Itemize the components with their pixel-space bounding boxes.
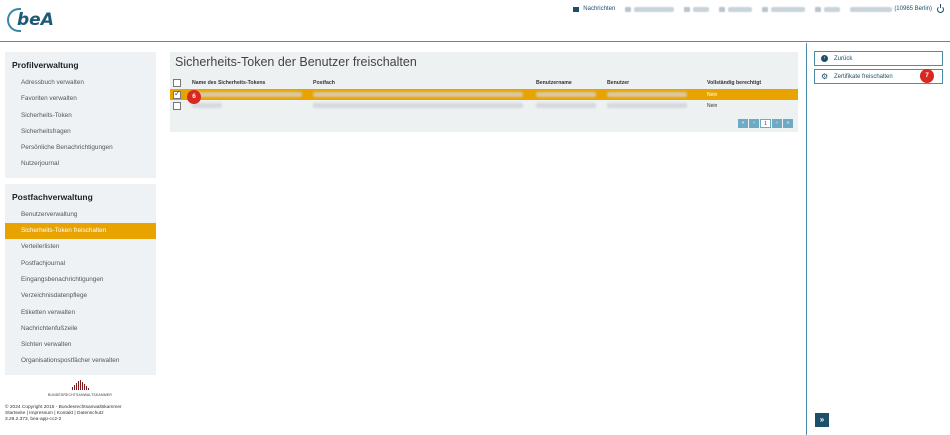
bea-logo[interactable]: beA [5,6,57,36]
unlock-label: Zertifikate freischalten [834,73,893,80]
nav-item-blurred-2[interactable] [684,6,710,12]
sidebar-item-token-freischalten[interactable]: Sicherheits-Token freischalten [5,223,156,240]
sidebar-item-favoriten[interactable]: Favoriten verwalten [5,91,156,107]
messages-label: Nachrichten [583,6,616,12]
sidebar-item-postfachjournal[interactable]: Postfachjournal [5,256,156,272]
sidebar-item-benachrichtigungen[interactable]: Persönliche Benachrichtigungen [5,140,156,156]
brak-bars-icon [45,380,115,390]
back-button[interactable]: ‹ Zurück [814,51,943,66]
brak-name: BUNDESRECHTSANWALTSKAMMER [48,393,112,397]
sidebar-item-nachrichtenfusszeile[interactable]: Nachrichtenfußzeile [5,321,156,337]
messages-link[interactable]: Nachrichten [573,6,615,12]
pagination: « ‹ 1 › » [738,119,793,128]
blurred-icon [625,6,632,12]
berechtigt-value: Nein [707,92,718,98]
pager-prev-button[interactable]: ‹ [749,119,759,128]
page-title: Sicherheits-Token der Benutzer freischal… [175,55,417,69]
blurred-icon [762,6,769,12]
postfach-panel-title: Postfachverwaltung [12,191,93,202]
pager-current-page[interactable]: 1 [760,119,771,128]
sidebar-item-organisationspostfaecher[interactable]: Organisationspostfächer verwalten [5,353,156,369]
token-table: Name des Sicherheits-Tokens Postfach Ben… [170,77,798,111]
envelope-icon [573,6,580,12]
user-location[interactable]: (10965 Berlin) [850,6,932,12]
action-rail: ‹ Zurück ⚙ Zertifikate freischalten 7 » [806,43,950,435]
top-navigation: Nachrichten (10965 Berlin) [563,3,944,15]
profile-panel-title: Profilverwaltung [12,60,79,70]
step-badge-6: 6 [187,90,201,104]
footer-text: © 2024 Copyright 2015 - Bundesrechtsanwa… [5,405,122,423]
nav-item-blurred-4[interactable] [762,6,806,12]
col-header-benutzername[interactable]: Benutzername [536,80,572,86]
back-label: Zurück [834,55,853,62]
sidebar-item-etiketten[interactable]: Etiketten verwalten [5,305,156,321]
blurred-icon [684,6,691,12]
col-header-berechtigt[interactable]: Vollständig berechtigt [707,80,761,86]
sidebar: Profilverwaltung Adressbuch verwalten Fa… [5,52,156,381]
table-row[interactable]: Nein [170,100,798,111]
version-text: 3.28.2.373, bea-app-cc2-2 [5,417,62,422]
sidebar-item-nutzerjournal[interactable]: Nutzerjournal [5,156,156,172]
sidebar-item-sicherheits-token[interactable]: Sicherheits-Token [5,108,156,124]
expand-button[interactable]: » [815,413,829,427]
arrow-left-circle-icon: ‹ [821,55,828,62]
pager-next-button[interactable]: › [772,119,782,128]
nav-item-blurred-1[interactable] [625,6,675,12]
sidebar-item-verteilerlisten[interactable]: Verteilerlisten [5,239,156,255]
col-header-name[interactable]: Name des Sicherheits-Tokens [192,80,265,86]
gear-icon: ⚙ [821,72,829,81]
pager-last-button[interactable]: » [783,119,793,128]
brak-logo: BUNDESRECHTSANWALTSKAMMER [45,380,115,398]
table-row[interactable]: Nein [170,89,798,100]
sidebar-item-adressbuch[interactable]: Adressbuch verwalten [5,75,156,91]
main-content: Sicherheits-Token der Benutzer freischal… [170,52,798,132]
blurred-icon [719,6,726,12]
location-label: (10965 Berlin) [894,6,932,12]
sidebar-item-benutzerverwaltung[interactable]: Benutzerverwaltung [5,207,156,223]
row-checkbox[interactable] [173,89,181,99]
row-checkbox[interactable] [173,101,181,110]
nav-item-blurred-5[interactable] [815,6,841,12]
sidebar-item-sichten[interactable]: Sichten verwalten [5,337,156,353]
table-header: Name des Sicherheits-Tokens Postfach Ben… [170,77,798,89]
app-header: beA Nachrichten (10965 Berlin) [0,0,950,42]
sidebar-item-sicherheitsfragen[interactable]: Sicherheitsfragen [5,124,156,140]
col-header-benutzer[interactable]: Benutzer [607,80,629,86]
profile-panel: Profilverwaltung Adressbuch verwalten Fa… [5,52,156,178]
blurred-icon [815,6,822,12]
berechtigt-value: Nein [707,103,718,109]
sidebar-item-eingangsbenachrichtigungen[interactable]: Eingangsbenachrichtigungen [5,272,156,288]
sidebar-item-verzeichnisdatenpflege[interactable]: Verzeichnisdatenpflege [5,288,156,304]
step-badge-7: 7 [920,69,934,83]
power-icon[interactable] [937,4,944,13]
logo-text: beA [17,10,54,30]
select-all-checkbox[interactable] [173,79,181,87]
nav-item-blurred-3[interactable] [719,6,753,12]
col-header-postfach[interactable]: Postfach [313,80,335,86]
pager-first-button[interactable]: « [738,119,748,128]
postfach-panel: Postfachverwaltung Benutzerverwaltung Si… [5,183,156,375]
